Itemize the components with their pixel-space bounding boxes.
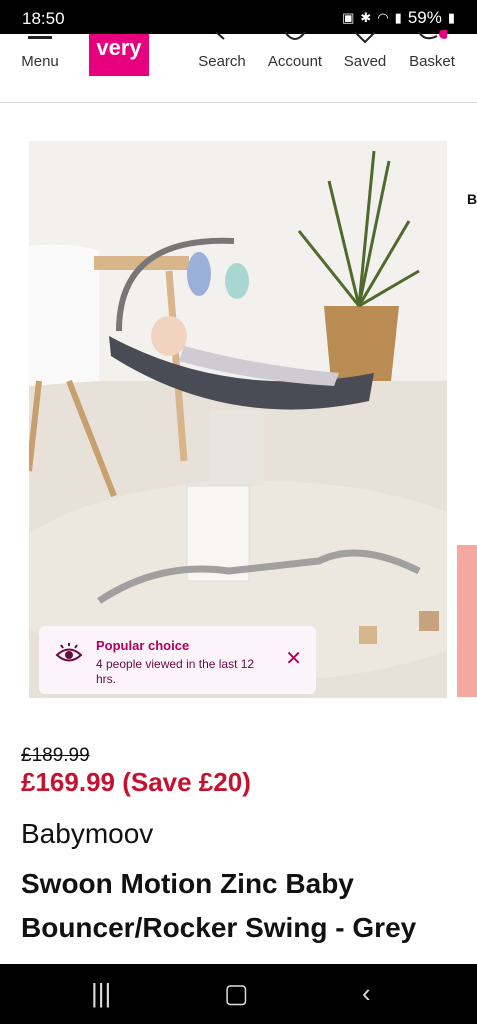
search-label: Search	[198, 53, 246, 70]
wifi-icon: ◠	[377, 10, 389, 25]
product-title: Swoon Motion Zinc Baby Bouncer/Rocker Sw…	[21, 868, 417, 943]
account-label: Account	[267, 53, 323, 70]
system-nav-bar: ||| ▢ ‹	[0, 964, 477, 1024]
popular-subtitle: 4 people viewed in the last 12 hrs.	[96, 657, 255, 686]
peek-image	[457, 545, 477, 697]
account-button[interactable]: Account	[264, 32, 326, 102]
was-price: £189.99	[21, 745, 90, 766]
product-brand[interactable]: Babymoov	[21, 818, 153, 850]
very-logo[interactable]: very	[89, 34, 149, 76]
sale-price: £169.99 (Save £20)	[21, 767, 251, 797]
saved-label: Saved	[343, 53, 387, 70]
basket-label: Basket	[409, 53, 455, 70]
hamburger-icon	[28, 36, 52, 39]
menu-label: Menu	[21, 53, 59, 70]
search-button[interactable]: Search	[195, 32, 249, 102]
search-icon	[215, 32, 225, 40]
battery-percent: 59%	[407, 8, 442, 27]
eye-icon	[55, 643, 83, 662]
bluetooth-icon: ✱	[360, 10, 372, 25]
home-icon[interactable]: ▢	[224, 978, 249, 1009]
recents-icon[interactable]: |||	[91, 978, 111, 1009]
account-icon	[284, 32, 306, 40]
close-icon[interactable]: ✕	[285, 646, 302, 671]
product-image[interactable]	[29, 141, 447, 698]
battery-icon: ▮	[447, 10, 455, 25]
popular-choice-banner: Popular choice 4 people viewed in the la…	[39, 626, 316, 694]
back-icon[interactable]: ‹	[362, 978, 371, 1009]
basket-icon	[418, 30, 447, 40]
nfc-icon: ▣	[342, 10, 355, 25]
peek-letter: B	[467, 191, 477, 207]
next-slide-peek[interactable]: B	[457, 183, 477, 703]
status-time: 18:50	[22, 9, 65, 28]
heart-icon	[354, 32, 376, 44]
basket-button[interactable]: Basket	[404, 30, 460, 102]
product-photo	[29, 141, 447, 698]
popular-title: Popular choice	[96, 638, 190, 653]
logo-text: very	[96, 35, 142, 60]
status-icons: ▣ ✱ ◠ ▮ 59% ▮	[342, 8, 455, 28]
signal-icon: ▮	[394, 10, 402, 25]
product-gallery[interactable]: Popular choice 4 people viewed in the la…	[0, 103, 477, 723]
saved-button[interactable]: Saved	[340, 32, 390, 102]
status-bar: 18:50 ▣ ✱ ◠ ▮ 59% ▮	[0, 0, 477, 34]
menu-button[interactable]: Menu	[18, 34, 62, 102]
site-header: Menu very Search Account Saved Basket	[0, 30, 477, 103]
